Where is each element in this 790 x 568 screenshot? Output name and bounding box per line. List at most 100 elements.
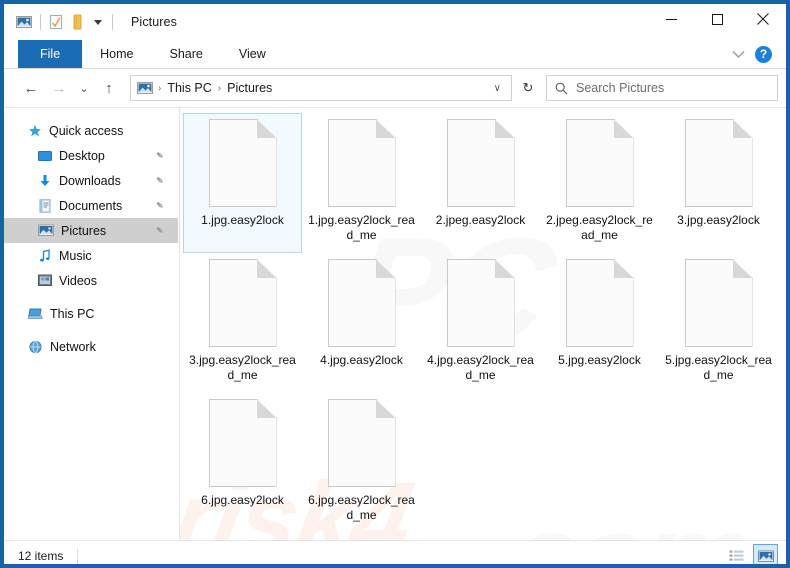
status-divider bbox=[77, 548, 79, 564]
address-dropdown-icon[interactable]: ∨ bbox=[488, 83, 507, 94]
file-name-label: 5.jpg.easy2lock bbox=[558, 353, 641, 367]
file-name-label: 1.jpg.easy2lock bbox=[201, 213, 284, 227]
file-item[interactable]: 3.jpg.easy2lock bbox=[659, 113, 778, 253]
file-item[interactable]: 4.jpg.easy2lock_read_me bbox=[421, 253, 540, 393]
sidebar-item-label: Desktop bbox=[59, 148, 105, 163]
chevron-down-icon[interactable] bbox=[92, 16, 104, 28]
qat-divider-2 bbox=[112, 14, 113, 30]
search-input[interactable]: Search Pictures bbox=[576, 81, 664, 95]
breadcrumb-pictures-icon bbox=[137, 81, 153, 95]
pictures-folder-icon[interactable] bbox=[16, 15, 32, 29]
content-area: Quick access Desktop ✒ Downloads ✒ Docum… bbox=[4, 108, 786, 540]
new-folder-icon[interactable] bbox=[71, 14, 84, 30]
title-bar: Pictures bbox=[4, 0, 786, 40]
minimize-button[interactable] bbox=[648, 4, 694, 34]
pin-icon[interactable]: ✒ bbox=[152, 148, 167, 163]
file-name-label: 3.jpg.easy2lock bbox=[677, 213, 760, 227]
breadcrumb-separator-1[interactable]: › bbox=[155, 83, 164, 94]
blank-document-icon bbox=[565, 119, 634, 207]
item-count-label: 12 items bbox=[18, 549, 64, 563]
ribbon-right-controls: ? bbox=[732, 40, 780, 68]
sidebar-item-music[interactable]: Music bbox=[4, 243, 178, 268]
pin-icon[interactable]: ✒ bbox=[152, 173, 167, 188]
pictures-icon bbox=[38, 224, 54, 237]
sidebar-item-this-pc[interactable]: This PC bbox=[4, 301, 178, 326]
music-icon bbox=[38, 248, 52, 263]
blank-document-icon bbox=[446, 119, 515, 207]
desktop-icon bbox=[38, 149, 52, 163]
file-name-label: 6.jpg.easy2lock_read_me bbox=[308, 493, 415, 522]
file-item[interactable]: 6.jpg.easy2lock_read_me bbox=[302, 393, 421, 533]
refresh-button[interactable]: ↻ bbox=[514, 75, 542, 101]
blank-document-icon bbox=[208, 119, 277, 207]
file-item[interactable]: 2.jpeg.easy2lock bbox=[421, 113, 540, 253]
recent-locations-button[interactable]: ⌄ bbox=[74, 75, 94, 101]
blank-document-icon bbox=[327, 119, 396, 207]
forward-button[interactable]: → bbox=[46, 75, 72, 101]
file-name-label: 2.jpeg.easy2lock bbox=[435, 213, 526, 227]
breadcrumb[interactable]: › This PC › Pictures ∨ bbox=[130, 75, 512, 101]
file-item[interactable]: 3.jpg.easy2lock_read_me bbox=[183, 253, 302, 393]
downloads-icon bbox=[38, 174, 52, 188]
navigation-pane: Quick access Desktop ✒ Downloads ✒ Docum… bbox=[4, 108, 180, 540]
file-name-label: 5.jpg.easy2lock_read_me bbox=[665, 353, 772, 382]
search-box[interactable]: Search Pictures bbox=[546, 75, 778, 101]
sidebar-item-pictures[interactable]: Pictures ✒ bbox=[4, 218, 178, 243]
pin-icon[interactable]: ✒ bbox=[152, 198, 167, 213]
qat-divider bbox=[40, 14, 41, 30]
explorer-window: Pictures File Home Share View ? ← → ⌄ ↑ … bbox=[0, 0, 790, 568]
star-icon bbox=[28, 124, 42, 138]
back-button[interactable]: ← bbox=[18, 75, 44, 101]
status-bar: 12 items bbox=[4, 540, 786, 564]
window-controls bbox=[648, 4, 786, 34]
documents-icon bbox=[38, 198, 52, 213]
maximize-button[interactable] bbox=[694, 4, 740, 34]
sidebar-item-downloads[interactable]: Downloads ✒ bbox=[4, 168, 178, 193]
breadcrumb-this-pc[interactable]: This PC bbox=[164, 81, 214, 95]
tab-view[interactable]: View bbox=[221, 40, 284, 68]
tab-file[interactable]: File bbox=[18, 40, 83, 68]
file-item[interactable]: 5.jpg.easy2lock_read_me bbox=[659, 253, 778, 393]
blank-document-icon bbox=[327, 399, 396, 487]
file-item[interactable]: 2.jpeg.easy2lock_read_me bbox=[540, 113, 659, 253]
up-button[interactable]: ↑ bbox=[96, 75, 122, 101]
details-view-button[interactable] bbox=[724, 544, 749, 564]
sidebar-item-label: Quick access bbox=[49, 123, 124, 138]
breadcrumb-pictures[interactable]: Pictures bbox=[224, 81, 275, 95]
view-toggle-group bbox=[724, 544, 778, 564]
sidebar-item-network[interactable]: Network bbox=[4, 334, 178, 359]
tab-share[interactable]: Share bbox=[152, 40, 221, 68]
help-icon[interactable]: ? bbox=[755, 45, 772, 63]
blank-document-icon bbox=[208, 259, 277, 347]
file-list-pane[interactable]: PC risk4 .com 1.jpg.easy2lock1.jpg.easy2… bbox=[180, 108, 786, 540]
properties-icon[interactable] bbox=[49, 14, 63, 30]
file-name-label: 2.jpeg.easy2lock_read_me bbox=[546, 213, 653, 242]
sidebar-item-desktop[interactable]: Desktop ✒ bbox=[4, 143, 178, 168]
sidebar-item-documents[interactable]: Documents ✒ bbox=[4, 193, 178, 218]
blank-document-icon bbox=[327, 259, 396, 347]
sidebar-item-videos[interactable]: Videos bbox=[4, 268, 178, 293]
file-grid: 1.jpg.easy2lock 1.jpg.easy2lock_read_me 2.… bbox=[180, 108, 786, 533]
collapse-ribbon-icon[interactable] bbox=[732, 50, 745, 59]
sidebar-item-label: Documents bbox=[59, 198, 123, 213]
tab-home[interactable]: Home bbox=[82, 40, 151, 68]
quick-access-toolbar: Pictures bbox=[4, 14, 177, 30]
pin-icon[interactable]: ✒ bbox=[152, 223, 167, 238]
file-item[interactable]: 1.jpg.easy2lock_read_me bbox=[302, 113, 421, 253]
file-item[interactable]: 6.jpg.easy2lock bbox=[183, 393, 302, 533]
breadcrumb-separator-2[interactable]: › bbox=[215, 83, 224, 94]
blank-document-icon bbox=[208, 399, 277, 487]
blank-document-icon bbox=[446, 259, 515, 347]
ribbon-tab-bar: File Home Share View ? bbox=[4, 40, 786, 69]
file-item[interactable]: 1.jpg.easy2lock bbox=[183, 113, 302, 253]
file-item[interactable]: 4.jpg.easy2lock bbox=[302, 253, 421, 393]
this-pc-icon bbox=[27, 307, 43, 321]
network-icon bbox=[28, 340, 43, 354]
close-button[interactable] bbox=[740, 4, 786, 34]
file-name-label: 1.jpg.easy2lock_read_me bbox=[308, 213, 415, 242]
file-item[interactable]: 5.jpg.easy2lock bbox=[540, 253, 659, 393]
sidebar-item-label: Downloads bbox=[59, 173, 121, 188]
large-icons-view-button[interactable] bbox=[753, 544, 778, 564]
sidebar-item-quick-access[interactable]: Quick access bbox=[4, 118, 178, 143]
videos-icon bbox=[38, 274, 52, 287]
